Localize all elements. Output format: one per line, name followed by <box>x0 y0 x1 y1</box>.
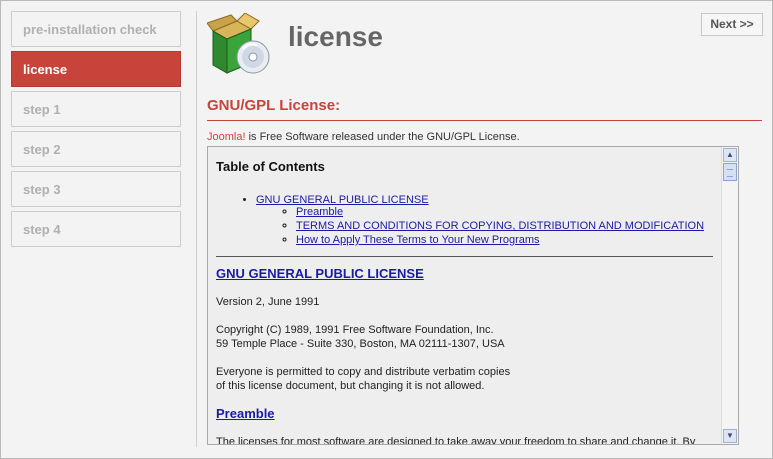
sidebar-item-step-4[interactable]: step 4 <box>11 211 181 247</box>
steps-sidebar: pre-installation check license step 1 st… <box>11 11 183 251</box>
installer-window: pre-installation check license step 1 st… <box>0 0 773 459</box>
sidebar-item-pre-installation-check[interactable]: pre-installation check <box>11 11 181 47</box>
toc-heading: Table of Contents <box>216 159 325 174</box>
sidebar-item-step-3[interactable]: step 3 <box>11 171 181 207</box>
toc-link-how-to-apply[interactable]: How to Apply These Terms to Your New Pro… <box>296 234 540 246</box>
intro-text: is Free Software released under the GNU/… <box>245 131 520 143</box>
preamble-title: Preamble <box>216 406 716 421</box>
toc-link-gpl[interactable]: GNU GENERAL PUBLIC LICENSE <box>256 194 429 206</box>
gpl-title: GNU GENERAL PUBLIC LICENSE <box>216 266 716 281</box>
permission-text: Everyone is permitted to copy and distri… <box>216 365 716 393</box>
copyright-line-1: Copyright (C) 1989, 1991 Free Software F… <box>216 324 494 336</box>
scroll-up-icon[interactable]: ▲ <box>723 148 737 162</box>
version-text: Version 2, June 1991 <box>216 296 320 308</box>
copyright-text: Copyright (C) 1989, 1991 Free Software F… <box>216 323 716 351</box>
page-title: license <box>288 21 383 52</box>
heading-divider <box>207 120 762 121</box>
license-scrollbar[interactable]: ▲ ▼ <box>721 147 738 444</box>
sidebar-item-license[interactable]: license <box>11 51 181 87</box>
section-heading: GNU/GPL License: <box>207 97 341 114</box>
toc-item: GNU GENERAL PUBLIC LICENSE Preamble TERM… <box>256 194 716 246</box>
table-of-contents: GNU GENERAL PUBLIC LICENSE Preamble TERM… <box>216 194 716 246</box>
toc-subitem: How to Apply These Terms to Your New Pro… <box>296 234 716 246</box>
sidebar-divider <box>196 11 197 447</box>
permission-line-2: of this license document, but changing i… <box>216 380 485 392</box>
package-disc-icon <box>207 13 270 74</box>
scroll-thumb[interactable] <box>723 163 737 181</box>
sidebar-item-step-1[interactable]: step 1 <box>11 91 181 127</box>
preamble-link[interactable]: Preamble <box>216 406 275 421</box>
next-button[interactable]: Next >> <box>701 13 763 36</box>
sidebar-item-step-2[interactable]: step 2 <box>11 131 181 167</box>
preamble-text: The licenses for most software are desig… <box>216 436 696 445</box>
toc-subitem: TERMS AND CONDITIONS FOR COPYING, DISTRI… <box>296 220 716 232</box>
license-content: Table of Contents GNU GENERAL PUBLIC LIC… <box>216 155 716 445</box>
scroll-down-icon[interactable]: ▼ <box>723 429 737 443</box>
gpl-title-link[interactable]: GNU GENERAL PUBLIC LICENSE <box>216 266 424 281</box>
toc-subitem: Preamble <box>296 206 716 218</box>
permission-line-1: Everyone is permitted to copy and distri… <box>216 366 511 378</box>
content-divider <box>216 256 713 257</box>
brand-name: Joomla! <box>207 131 246 143</box>
toc-link-terms[interactable]: TERMS AND CONDITIONS FOR COPYING, DISTRI… <box>296 220 704 232</box>
copyright-line-2: 59 Temple Place - Suite 330, Boston, MA … <box>216 338 505 350</box>
license-intro: Joomla! is Free Software released under … <box>207 131 520 143</box>
license-text-frame[interactable]: Table of Contents GNU GENERAL PUBLIC LIC… <box>207 146 739 445</box>
toc-link-preamble[interactable]: Preamble <box>296 206 343 218</box>
